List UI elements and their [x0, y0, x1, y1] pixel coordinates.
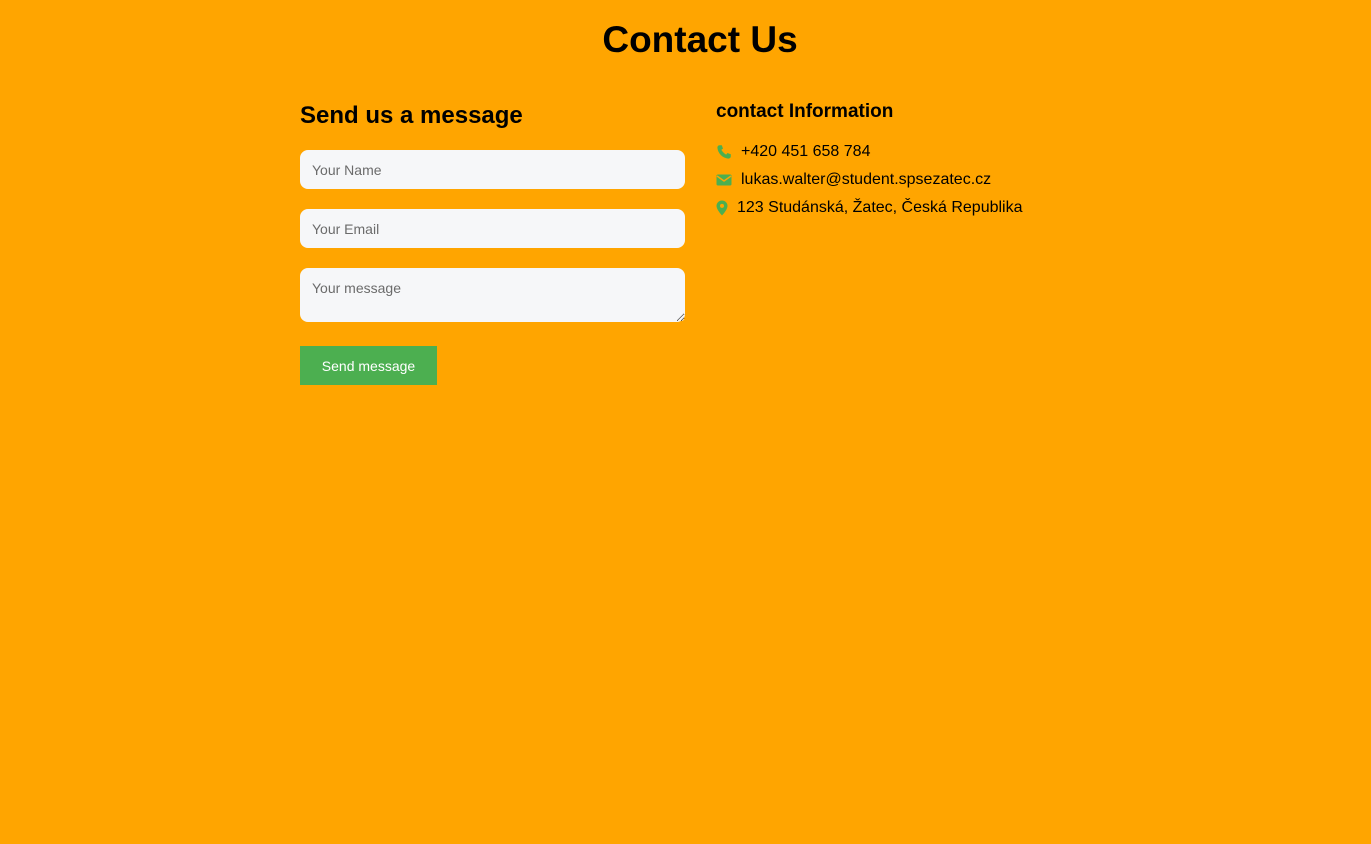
form-heading: Send us a message [300, 102, 523, 129]
contact-address-row: 123 Studánská, Žatec, Česká Republika [716, 198, 1023, 218]
email-input[interactable] [300, 209, 685, 248]
phone-icon [716, 144, 732, 160]
contact-email-row: lukas.walter@student.spsezatec.cz [716, 170, 991, 190]
contact-email: lukas.walter@student.spsezatec.cz [741, 171, 992, 188]
map-marker-icon [716, 200, 728, 216]
contact-phone: +420 451 658 784 [741, 143, 871, 160]
name-input[interactable] [300, 150, 685, 189]
message-textarea[interactable] [300, 268, 685, 322]
send-message-button[interactable]: Send message [300, 346, 437, 385]
page-title: Contact Us [602, 19, 798, 60]
envelope-icon [716, 173, 732, 187]
contact-form-section: Send us a message Send message [300, 100, 685, 385]
contact-address: 123 Studánská, Žatec, Česká Republika [737, 199, 1023, 216]
contact-phone-row: +420 451 658 784 [716, 142, 870, 162]
contact-info-heading: contact Information [716, 101, 894, 122]
contact-info-section: contact Information +420 451 658 784 luk… [716, 100, 1116, 216]
